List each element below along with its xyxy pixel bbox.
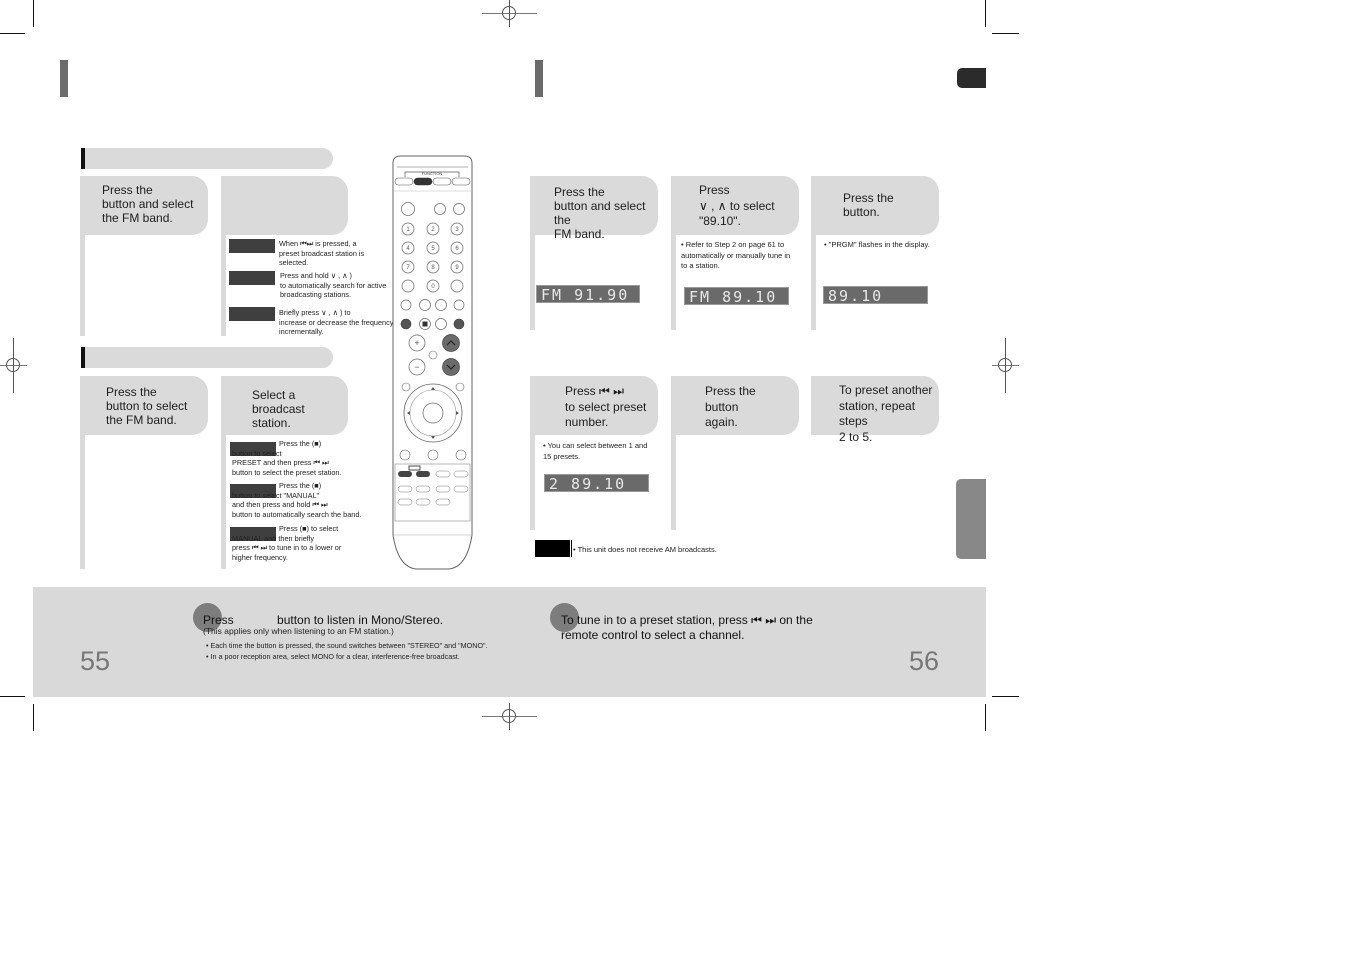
step-text: Select a broadcast station. — [252, 388, 305, 430]
step-column — [221, 235, 226, 336]
step-box-r-3: Press the button. — [811, 176, 939, 235]
step-column — [80, 235, 85, 336]
note-text: Press (■) to select MANUAL and then brie… — [232, 524, 342, 563]
step-note: • You can select between 1 and 15 preset… — [543, 441, 648, 461]
step-box-r-6: To preset another station, repeat steps … — [811, 376, 939, 444]
crop-mark — [33, 704, 34, 731]
crop-mark — [985, 704, 986, 731]
tip-subline: (This applies only when listening to an … — [203, 626, 394, 636]
step-text: Press the button again. — [705, 384, 756, 429]
step-text: Press the button to select the FM band. — [106, 385, 188, 427]
step-box-l1-2 — [221, 176, 348, 235]
tip-bullet: • In a poor reception area, select MONO … — [206, 652, 460, 661]
step-box-r-1: Press the button and select the FM band. — [530, 176, 658, 241]
tip-line: To tune in to a preset station, press ⏮ … — [561, 613, 813, 627]
step-box-r-5: Press the button again. — [671, 376, 799, 435]
crop-mark — [33, 0, 34, 27]
crop-mark — [0, 696, 25, 697]
step-text: Press the button and select the FM band. — [554, 185, 646, 241]
language-tab — [957, 68, 986, 88]
note-text: This unit does not receive AM broadcasts… — [577, 545, 717, 554]
svg-text:FUNCTION: FUNCTION — [422, 171, 443, 176]
step-column — [811, 235, 816, 330]
step-box-r-2: Press ∨ , ∧ to select "89.10". — [671, 176, 799, 235]
bottom-tip-band — [33, 587, 986, 697]
step-box-r-4: Press ⏮ ⏭ to select preset number. — [530, 376, 658, 435]
section-header-2 — [81, 347, 333, 368]
step-text: Press the button. — [843, 191, 894, 219]
chapter-tab — [956, 479, 986, 559]
step-text: Press ∨ , ∧ to select "89.10". — [699, 183, 775, 228]
step-note: • Refer to Step 2 on page 61 to automati… — [681, 240, 791, 270]
note-text: Briefly press ∨ , ∧ ) to increase or dec… — [279, 308, 394, 337]
page-number-right: 56 — [909, 646, 940, 676]
step-column — [221, 435, 226, 569]
step-note: • "PRGM" flashes in the display. — [824, 240, 930, 249]
step-note-text: "PRGM" flashes in the display. — [828, 240, 930, 249]
step-column — [671, 435, 676, 530]
note-text: Press the (■) button to select PRESET an… — [232, 439, 342, 478]
step-text: Press ⏮ ⏭ to select preset number. — [565, 384, 647, 429]
step-box-l2-2: Select a broadcast station. — [221, 376, 348, 435]
step-box-l2-1: Press the button to select the FM band. — [80, 376, 208, 435]
step-text: To preset another station, repeat steps … — [839, 383, 933, 444]
crop-mark — [0, 33, 25, 34]
svg-text:+: + — [414, 338, 419, 348]
mode-label-box — [229, 307, 275, 321]
section-header-1 — [81, 148, 333, 169]
tip-bullet-text: Each time the button is pressed, the sou… — [210, 641, 488, 650]
step-column — [530, 235, 535, 330]
step-note-text: You can select between 1 and 15 presets. — [543, 441, 648, 461]
step-box-l1-1: Press the button and select the FM band. — [80, 176, 208, 235]
mode-label-box — [229, 271, 275, 285]
note-text: Press the (■) button to select "MANUAL" … — [232, 481, 362, 520]
tip-bullet: • Each time the button is pressed, the s… — [206, 641, 488, 650]
tip-bullet-text: In a poor reception area, select MONO fo… — [210, 652, 460, 661]
lcd-display: FM 91.90 — [536, 285, 640, 304]
note-label-box — [535, 540, 572, 557]
left-title-bar — [60, 60, 68, 97]
crop-mark — [992, 33, 1019, 34]
remote-control-illustration: FUNCTION 123 456 789 0 + − — [389, 155, 476, 571]
note: • This unit does not receive AM broadcas… — [573, 545, 717, 554]
svg-text:−: − — [414, 362, 419, 372]
lcd-display: 2 89.10 — [544, 474, 649, 493]
tip-line: remote control to select a channel. — [561, 628, 745, 642]
step-column — [80, 435, 85, 569]
note-text: When ⏮⏭ is pressed, a preset broadcast s… — [279, 239, 365, 268]
lcd-display: 89.10 — [823, 286, 928, 305]
step-column — [671, 235, 676, 330]
tip-line: Press button to listen in Mono/Stereo. — [203, 613, 444, 627]
page-number-left: 55 — [80, 646, 111, 676]
step-text: Press the button and select the FM band. — [102, 183, 194, 225]
step-note-text: Refer to Step 2 on page 61 to automatica… — [681, 240, 791, 270]
step-column — [530, 435, 535, 530]
right-title-bar — [535, 60, 543, 97]
lcd-display: FM 89.10 — [684, 287, 789, 306]
mode-label-box — [229, 239, 275, 253]
crop-mark — [985, 0, 986, 27]
note-text: Press and hold ∨ , ∧ ) to automatically … — [280, 271, 387, 300]
crop-mark — [992, 696, 1019, 697]
